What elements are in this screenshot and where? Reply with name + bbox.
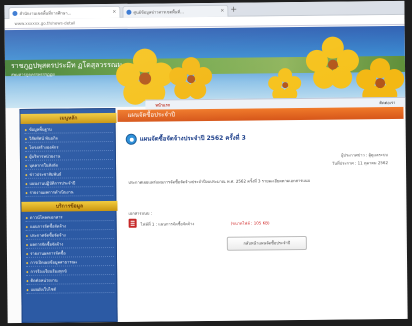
sidebar-item[interactable]: ดาวน์โหลดเอกสาร [25, 212, 114, 222]
nav-home-link[interactable]: หน้าแรก [155, 101, 170, 108]
site-favicon-icon [12, 10, 18, 17]
post-body: ประกาศเผยแพร่แผนการจัดซื้อจัดจ้างประจำปี… [128, 177, 311, 185]
sidebar-item[interactable]: แผนการจัดซื้อจัดจ้าง [25, 221, 114, 231]
banner-subtitle: สพมสารภูคครรพรรรฏฏย [11, 71, 55, 78]
tab-label: สำนักงานเขตพื้นที่การศึกษา... [19, 10, 72, 16]
sidebar-section-header: บริการข้อมูล [21, 200, 118, 212]
posted-by: ผู้ประกาศข่าว : ผู้ดูแลระบบ [341, 152, 388, 158]
close-icon[interactable]: × [220, 6, 224, 17]
sidebar-item[interactable]: ข้อมูลพื้นฐาน [24, 124, 113, 134]
back-button[interactable]: กลับหน้าแผนจัดซื้อประจำปี [226, 235, 307, 251]
sidebar-item[interactable]: รายงานผลการจัดซื้อ [25, 248, 114, 258]
sidebar-item[interactable]: โครงสร้างองค์กร [24, 142, 113, 152]
site-favicon-icon [126, 9, 132, 15]
banner-title: ราชภูฏปพุสตรประมีท ฏโดสุลวรรณม [10, 60, 122, 71]
sidebar-item[interactable]: ผู้บริหารหน่วยงาน [24, 151, 113, 161]
flower-icon [305, 36, 359, 89]
tab-label: ศูนย์ข้อมูลข่าวสารเขตพื้นที่... [133, 9, 184, 15]
sidebar-item[interactable]: ข่าวประชาสัมพันธ์ [25, 169, 114, 179]
close-icon[interactable]: × [112, 7, 116, 18]
posted-date: วันที่ประกาศ : 11 ตุลาคม 2562 [332, 160, 389, 166]
attachment-link[interactable]: ไฟล์ที่ 1 : แผนการจัดซื้อจัดจ้าง [141, 220, 195, 228]
section-header: แผนจัดซื้อประจำปี [117, 106, 404, 122]
post-title: แผนจัดซื้อจัดจ้างประจำปี 2562 ครั้งที่ 3 [139, 134, 246, 143]
sidebar-section-header: เมนูหลัก [20, 112, 117, 124]
main-content: แผนจัดซื้อประจำปี แผนจัดซื้อจัดจ้างประจำ… [117, 106, 406, 322]
flower-icon [116, 48, 174, 105]
sidebar-item[interactable]: การเปิดเผยข้อมูลสาธารณะ [26, 257, 115, 267]
sidebar-item[interactable]: วิสัยทัศน์ พันธกิจ [24, 133, 113, 143]
news-bullet-icon [125, 133, 137, 145]
sidebar-item[interactable]: การร้องเรียนร้องทุกข์ [26, 266, 115, 276]
tab-second[interactable]: ศูนย์ข้อมูลข่าวสารเขตพื้นที่... × [122, 4, 229, 18]
sidebar-item[interactable]: ประกาศจัดซื้อจัดจ้าง [25, 230, 114, 240]
sidebar: เมนูหลัก ข้อมูลพื้นฐาน วิสัยทัศน์ พันธกิ… [19, 107, 118, 323]
pdf-file-icon[interactable] [128, 218, 137, 228]
sidebar-item[interactable]: รายงานผลการดำเนินงาน [25, 187, 114, 197]
sidebar-item[interactable]: บุคลากรในสังกัด [24, 160, 114, 170]
sidebar-item[interactable]: แผนผังเว็บไซต์ [26, 284, 115, 294]
sidebar-item[interactable]: แผนงานปฏิบัติการประจำปี [25, 178, 114, 188]
sidebar-item[interactable]: ติดต่อหน่วยงาน [26, 275, 115, 285]
nav-contact-link[interactable]: ติดต่อเรา [379, 99, 395, 106]
flower-icon [169, 57, 213, 100]
url-text[interactable]: www.xxxxxx.go.th/news-detail [15, 19, 76, 28]
browser-window: สำนักงานเขตพื้นที่การศึกษา... × ศูนย์ข้อ… [4, 0, 408, 324]
sidebar-item[interactable]: ผลการจัดซื้อจัดจ้าง [25, 239, 114, 249]
site-banner: ราชภูฏปพุสตรประมีท ฏโดสุลวรรณม สพมสารภูค… [4, 25, 406, 109]
new-tab-button[interactable]: + [230, 5, 237, 14]
attachments-label: เอกสารแนบ : [128, 210, 153, 216]
attachment-size: (ขนาดไฟล์ : 105 KB) [230, 220, 270, 226]
